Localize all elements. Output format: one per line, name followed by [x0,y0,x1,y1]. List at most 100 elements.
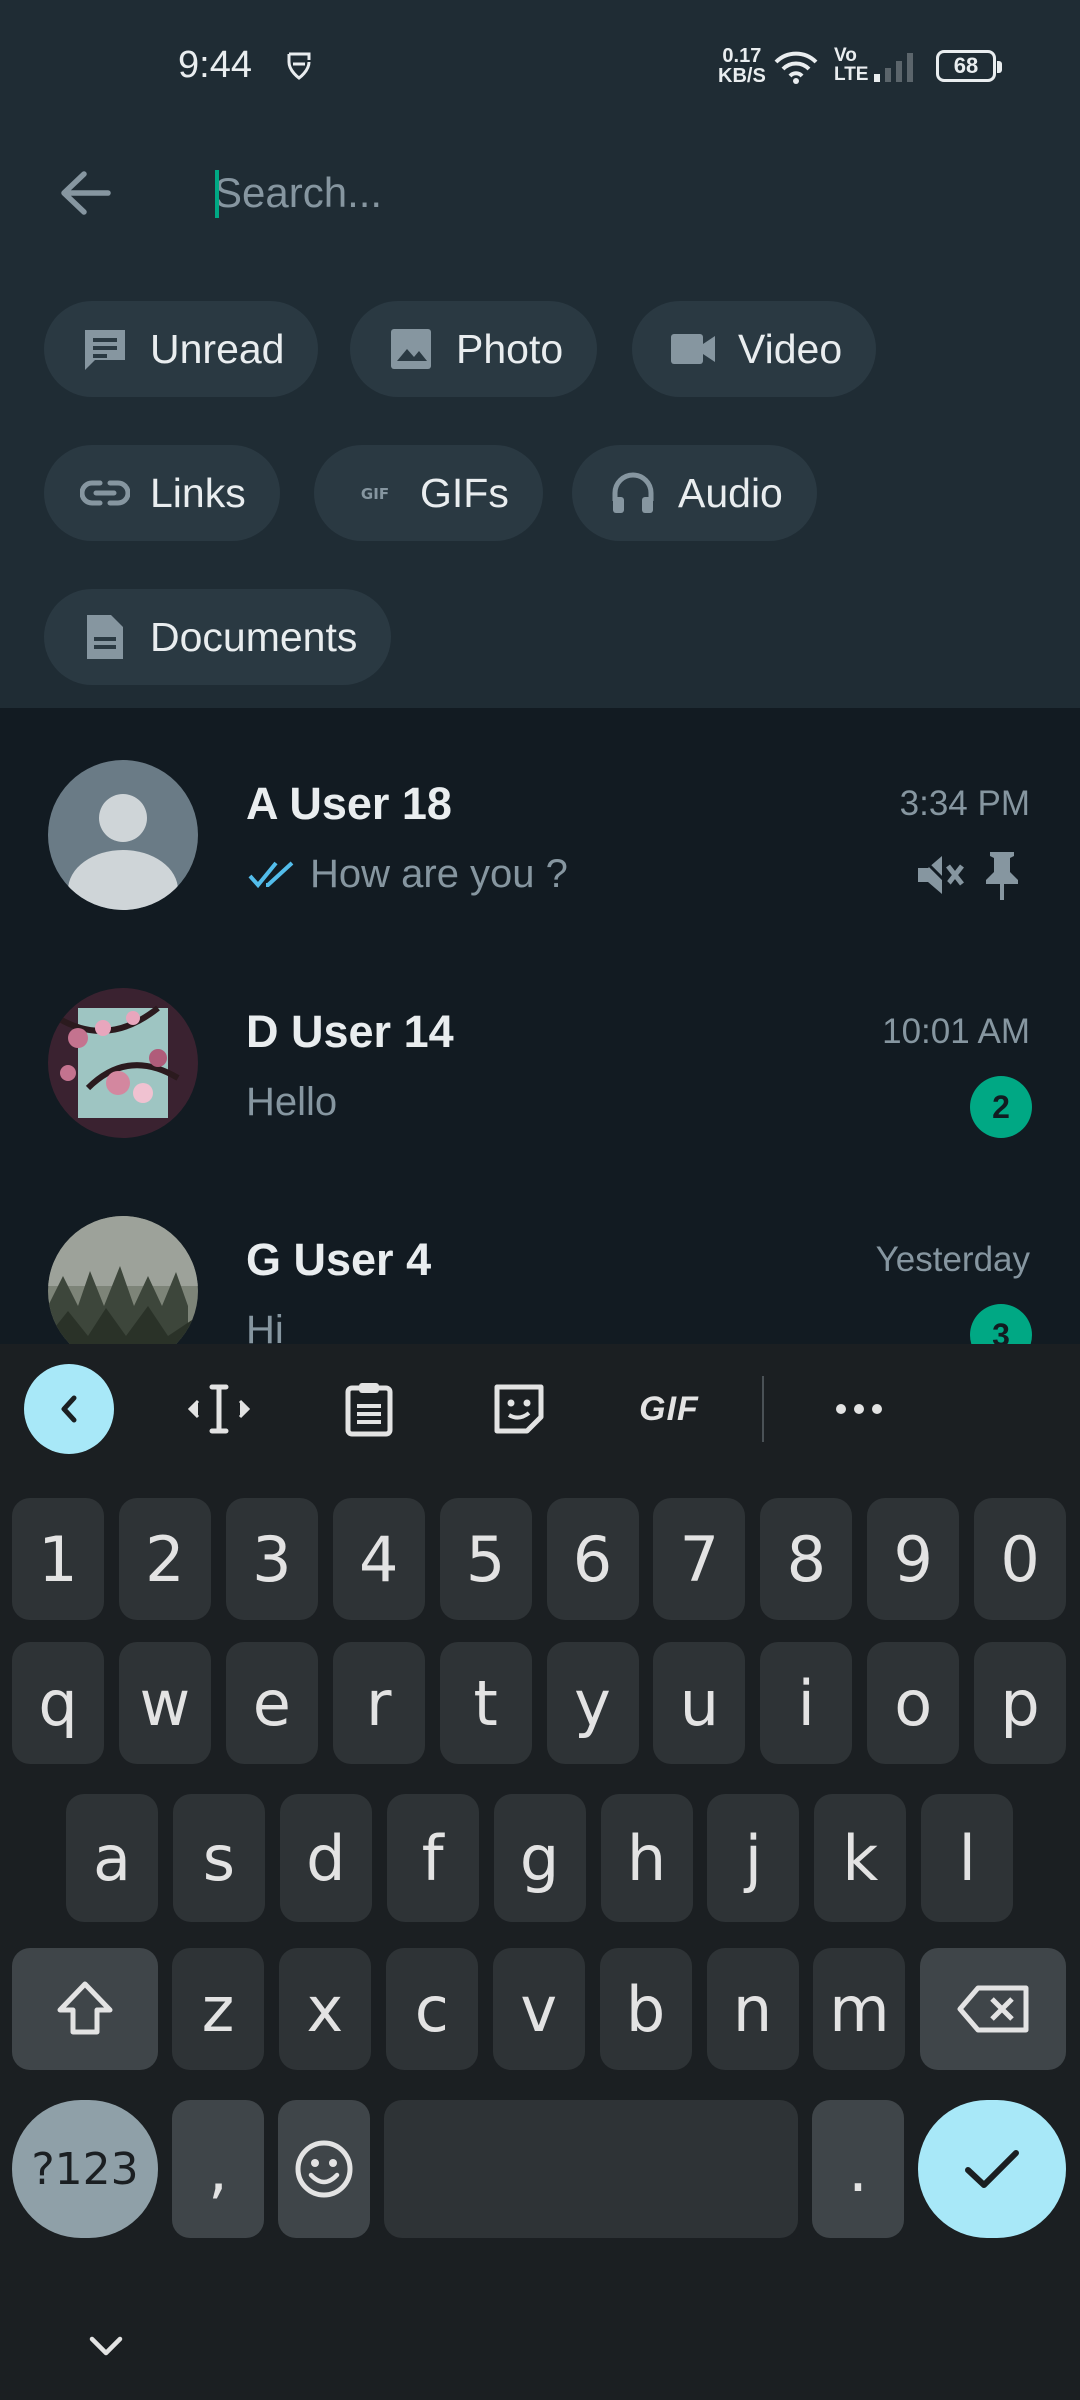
key-f[interactable]: f [386,1794,479,1922]
filter-chip-photo[interactable]: Photo [350,301,598,397]
unread-badge: 2 [970,1076,1032,1138]
key-t[interactable]: t [439,1642,532,1764]
key-7[interactable]: 7 [653,1498,746,1620]
chevron-down-icon [89,2336,123,2356]
key-y[interactable]: y [546,1642,639,1764]
space-key[interactable] [384,2100,798,2238]
key-i[interactable]: i [760,1642,853,1764]
svg-text:GIF: GIF [361,485,389,503]
chevron-left-icon [61,1395,77,1423]
sticker-icon [494,1384,544,1434]
key-r[interactable]: r [332,1642,425,1764]
key-8[interactable]: 8 [760,1498,853,1620]
key-1[interactable]: 1 [12,1498,104,1620]
key-w[interactable]: w [118,1642,211,1764]
toolbar-collapse-button[interactable] [24,1364,114,1454]
chat-last-message: Hello [246,1080,337,1125]
key-n[interactable]: n [706,1948,799,2070]
wifi-icon [772,48,820,91]
filter-chip-documents[interactable]: Documents [44,589,392,685]
key-x[interactable]: x [278,1948,371,2070]
filter-chip-label: Links [150,469,246,516]
chat-last-message: Hi [246,1308,284,1344]
chat-list-item[interactable]: A User 18 3:34 PM How are you ? [0,730,1080,958]
double-tick-icon [248,861,294,888]
avatar [48,1216,198,1344]
emoji-key[interactable] [278,2100,370,2238]
key-2[interactable]: 2 [118,1498,211,1620]
symbols-key[interactable]: ?123 [12,2100,158,2238]
volte-icon: Vo LTE [834,45,869,85]
status-bar: 9:44 0.17 KB/S Vo LTE 68 [0,0,1080,136]
key-p[interactable]: p [974,1642,1067,1764]
key-b[interactable]: b [599,1948,692,2070]
key-l[interactable]: l [921,1794,1014,1922]
enter-key[interactable] [918,2100,1066,2238]
key-q[interactable]: q [12,1642,104,1764]
key-v[interactable]: v [492,1948,585,2070]
key-6[interactable]: 6 [546,1498,639,1620]
chat-message-text: Hi [246,1308,284,1344]
filter-chip-video[interactable]: Video [632,301,877,397]
search-input[interactable] [214,160,1014,226]
key-5[interactable]: 5 [439,1498,532,1620]
text-cursor-button[interactable] [174,1364,264,1454]
comma-key[interactable]: , [172,2100,264,2238]
key-d[interactable]: d [279,1794,372,1922]
checkmark-icon [965,2150,1019,2188]
headphones-icon [608,468,658,518]
keyboard-toolbar: GIF [0,1344,1080,1474]
network-speed: 0.17 KB/S [718,46,766,86]
pin-icon [982,850,1022,907]
emoji-icon [295,2140,353,2198]
text-cursor [215,170,219,218]
filter-chip-label: Unread [150,325,285,372]
clipboard-icon [345,1383,393,1437]
key-j[interactable]: j [707,1794,800,1922]
chat-message-text: Hello [246,1080,338,1124]
filter-chip-label: Audio [678,469,783,516]
key-o[interactable]: o [867,1642,960,1764]
shift-key[interactable] [12,1948,158,2070]
key-m[interactable]: m [813,1948,906,2070]
filter-chip-gifs[interactable]: GIF GIFs [314,445,543,541]
key-g[interactable]: g [493,1794,586,1922]
key-0[interactable]: 0 [974,1498,1067,1620]
cursor-move-icon [187,1384,251,1434]
key-h[interactable]: h [600,1794,693,1922]
avatar [48,760,198,910]
backspace-key[interactable] [920,1948,1066,2070]
key-s[interactable]: s [172,1794,265,1922]
key-9[interactable]: 9 [867,1498,960,1620]
filter-chip-unread[interactable]: Unread [44,301,319,397]
period-key[interactable]: . [812,2100,904,2238]
key-3[interactable]: 3 [225,1498,318,1620]
key-u[interactable]: u [653,1642,746,1764]
filter-chip-audio[interactable]: Audio [572,445,817,541]
key-a[interactable]: a [66,1794,158,1922]
back-button[interactable] [50,158,120,228]
filter-chip-links[interactable]: Links [44,445,280,541]
gif-button[interactable]: GIF [624,1364,714,1454]
backspace-icon [957,1985,1029,2033]
sticker-button[interactable] [474,1364,564,1454]
chat-last-message: How are you ? [246,852,568,897]
chat-list-item[interactable]: G User 4 Yesterday Hi 3 [0,1186,1080,1344]
default-avatar-icon [48,760,198,910]
document-icon [80,612,130,662]
hide-keyboard-button[interactable] [76,2316,136,2376]
signal-icon [872,50,918,89]
key-e[interactable]: e [225,1642,318,1764]
key-z[interactable]: z [172,1948,264,2070]
shield-notification-icon [284,50,314,89]
toolbar-divider [762,1376,764,1442]
key-4[interactable]: 4 [332,1498,425,1620]
more-options-button[interactable] [814,1364,904,1454]
chat-list-item[interactable]: D User 14 10:01 AM Hello 2 [0,958,1080,1186]
chat-message-text: How are you ? [310,852,568,896]
back-arrow-icon [61,171,111,215]
key-k[interactable]: k [814,1794,907,1922]
clipboard-button[interactable] [324,1364,414,1454]
key-c[interactable]: c [385,1948,478,2070]
more-horizontal-icon [836,1404,882,1414]
